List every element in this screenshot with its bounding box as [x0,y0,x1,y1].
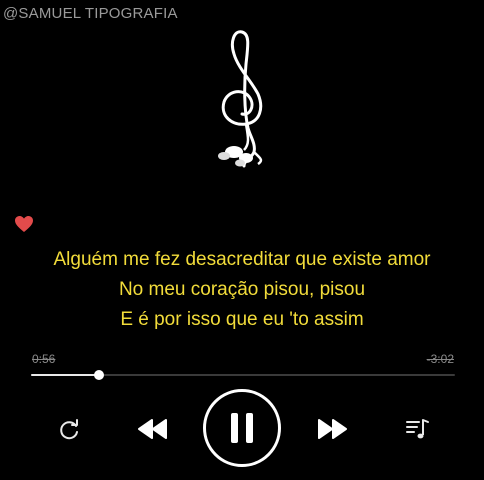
previous-button[interactable] [136,416,170,442]
lyric-line: No meu coração pisou, pisou [118,279,366,300]
repeat-icon [60,419,78,440]
heart-icon[interactable] [14,215,34,233]
elapsed-time: 0:56 [32,352,56,366]
rewind-icon [138,419,167,439]
fast-forward-icon [318,419,347,439]
progress-bar[interactable] [31,370,455,380]
progress-knob[interactable] [93,370,104,380]
queue-button[interactable] [404,416,430,442]
watermark-text: @SAMUEL TIPOGRAFIA [3,5,178,22]
lyric-line: E é por isso que eu 'to assim [120,309,364,330]
remaining-time: -3:02 [426,352,454,366]
pause-icon [231,413,253,443]
music-queue-icon [406,419,429,439]
repeat-button[interactable] [56,417,82,443]
next-button[interactable] [315,416,349,442]
progress-fill [31,374,99,376]
lyrics-panel: Alguém me fez desacreditar que existe am… [0,245,484,335]
lyric-line: Alguém me fez desacreditar que existe am… [53,249,431,270]
treble-clef-earphones-icon [200,24,290,174]
pause-button[interactable] [203,389,281,467]
